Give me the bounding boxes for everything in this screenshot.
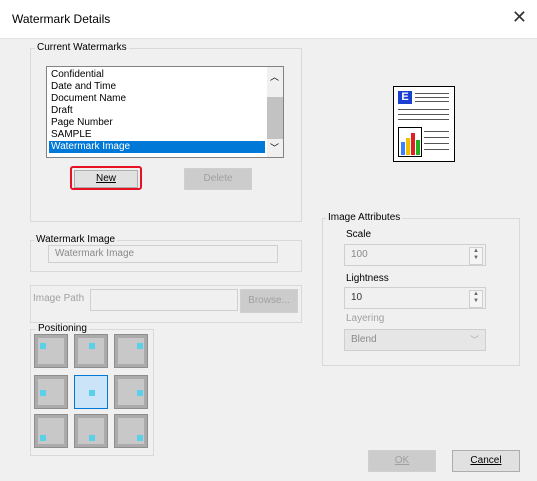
list-item-selected[interactable]: Watermark Image (49, 141, 265, 153)
image-path-label: Image Path (33, 293, 85, 304)
lightness-spinner-icon[interactable]: ▲ ▼ (469, 290, 483, 308)
position-bottom-left[interactable] (34, 414, 68, 448)
lightness-field[interactable]: 10 ▲ ▼ (344, 287, 486, 309)
current-watermarks-label: Current Watermarks (35, 42, 129, 53)
scroll-thumb[interactable] (267, 97, 283, 139)
scale-spinner-icon[interactable]: ▲ ▼ (469, 247, 483, 265)
scroll-up-icon[interactable]: ︿ (270, 70, 279, 83)
close-icon[interactable]: ✕ (512, 8, 527, 26)
watermark-image-name-field[interactable]: Watermark Image (48, 245, 278, 263)
new-button-label: New (95, 173, 116, 184)
position-middle-right[interactable] (114, 375, 148, 409)
ok-button[interactable]: OK (368, 450, 436, 472)
list-item[interactable]: Date and Time (49, 81, 265, 93)
scale-label: Scale (346, 229, 372, 240)
position-middle-left[interactable] (34, 375, 68, 409)
layering-select[interactable]: Blend ﹀ (344, 329, 486, 351)
watermark-details-dialog: { "window": {"title": "Watermark Details… (0, 0, 537, 481)
cancel-button[interactable]: Cancel (452, 450, 520, 472)
list-item[interactable]: Confidential (49, 69, 265, 81)
position-bottom-right[interactable] (114, 414, 148, 448)
position-top-right[interactable] (114, 334, 148, 368)
ok-button-label: OK (394, 455, 410, 466)
list-item[interactable]: Page Number (49, 117, 265, 129)
title-bar: Watermark Details ✕ (0, 0, 537, 39)
position-center[interactable] (74, 375, 108, 409)
new-button[interactable]: New (74, 170, 138, 188)
lightness-label: Lightness (346, 273, 389, 284)
image-attributes-label: Image Attributes (326, 212, 403, 223)
position-top-center[interactable] (74, 334, 108, 368)
new-button-highlight: New (70, 166, 142, 190)
image-path-field[interactable] (90, 289, 238, 311)
list-scrollbar[interactable]: ︿ ﹀ (267, 67, 283, 157)
delete-button[interactable]: Delete (184, 168, 252, 190)
watermark-preview: E (393, 86, 455, 162)
watermark-image-label: Watermark Image (34, 234, 118, 245)
cancel-button-label: Cancel (470, 455, 502, 466)
document-e-icon: E (398, 91, 412, 104)
list-item[interactable]: Document Name (49, 93, 265, 105)
watermark-list[interactable]: Confidential Date and Time Document Name… (46, 66, 284, 158)
layering-value: Blend (351, 334, 377, 345)
scale-value: 100 (351, 249, 368, 260)
lightness-value: 10 (351, 292, 363, 303)
layering-label: Layering (346, 313, 385, 324)
positioning-label: Positioning (36, 323, 89, 334)
scale-field[interactable]: 100 ▲ ▼ (344, 244, 486, 266)
chart-thumbnail-icon (398, 127, 422, 157)
dialog-title: Watermark Details (12, 12, 111, 26)
list-item[interactable]: Draft (49, 105, 265, 117)
list-item[interactable]: SAMPLE (49, 129, 265, 141)
chevron-down-icon: ﹀ (469, 335, 479, 345)
scroll-down-icon[interactable]: ﹀ (270, 141, 279, 154)
browse-button[interactable]: Browse... (240, 289, 298, 313)
position-bottom-center[interactable] (74, 414, 108, 448)
position-top-left[interactable] (34, 334, 68, 368)
